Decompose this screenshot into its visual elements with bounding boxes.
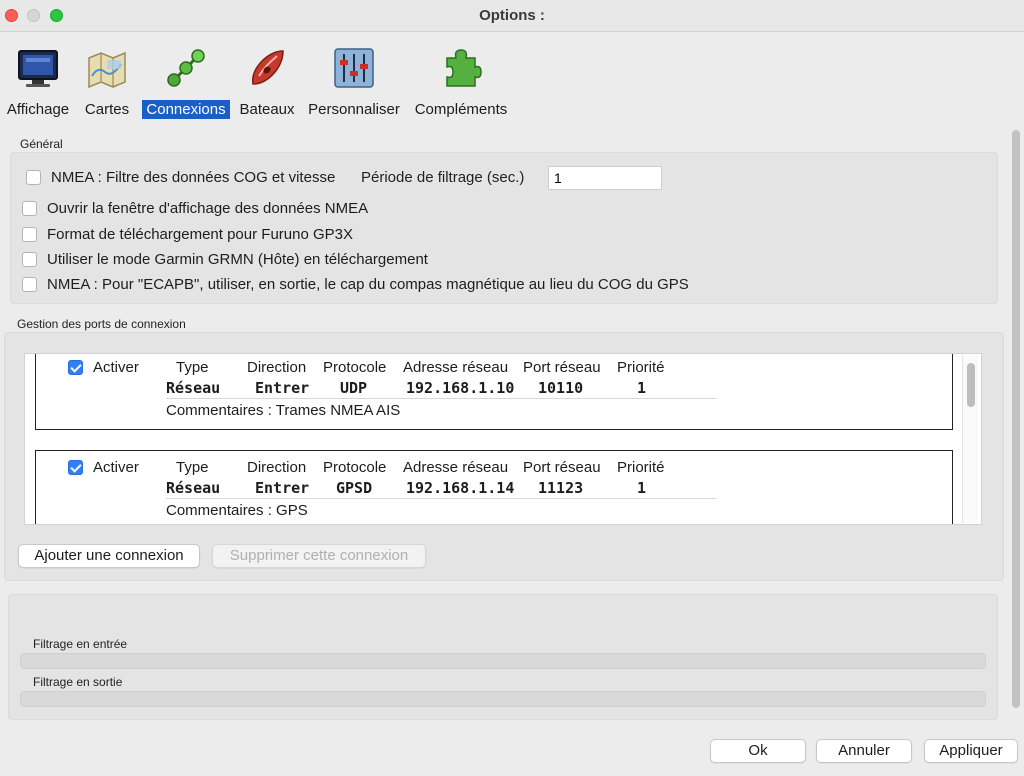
nmea-filter-checkbox[interactable]: [26, 170, 41, 185]
protocol-value: UDP: [340, 379, 368, 397]
ports-section-title: Gestion des ports de connexion: [17, 317, 186, 331]
tab-personnaliser[interactable]: Personnaliser: [304, 32, 404, 124]
connection-enable-option[interactable]: Activer: [68, 459, 139, 476]
address-value: 192.168.1.10: [406, 379, 515, 397]
protocol-value: GPSD: [336, 479, 373, 497]
open-nmea-window-option[interactable]: Ouvrir la fenêtre d'affichage des donnée…: [22, 200, 368, 217]
port-header: Port réseau: [523, 359, 601, 376]
ecapb-label: NMEA : Pour "ECAPB", utiliser, en sortie…: [47, 276, 689, 293]
garmin-label: Utiliser le mode Garmin GRMN (Hôte) en t…: [47, 251, 428, 268]
ecapb-checkbox[interactable]: [22, 277, 37, 292]
nmea-filter-label: NMEA : Filtre des données COG et vitesse: [51, 169, 336, 186]
connection-entry[interactable]: Activer Type Direction Protocole Adresse…: [35, 354, 953, 430]
priority-header: Priorité: [617, 459, 665, 476]
priority-header: Priorité: [617, 359, 665, 376]
address-header: Adresse réseau: [403, 359, 509, 376]
type-header: Type: [176, 359, 209, 376]
priority-value: 1: [637, 479, 647, 497]
connections-scrollbar[interactable]: [962, 355, 978, 523]
apply-button[interactable]: Appliquer: [924, 739, 1018, 763]
enable-label: Activer: [93, 459, 139, 476]
connection-enable-option[interactable]: Activer: [68, 359, 139, 376]
connection-comment: Commentaires : GPS: [166, 502, 308, 519]
direction-header: Direction: [247, 459, 307, 476]
direction-value: Entrer: [255, 379, 310, 397]
tab-connexions[interactable]: Connexions: [142, 32, 230, 124]
ecapb-option[interactable]: NMEA : Pour "ECAPB", utiliser, en sortie…: [22, 276, 689, 293]
garmin-checkbox[interactable]: [22, 252, 37, 267]
period-input[interactable]: [548, 166, 662, 190]
port-value: 10110: [538, 379, 584, 397]
open-nmea-window-checkbox[interactable]: [22, 201, 37, 216]
charts-icon: [88, 51, 126, 89]
window-title: Options :: [479, 7, 545, 24]
boat-icon: [251, 50, 284, 85]
puzzle-icon: [446, 49, 482, 87]
port-value: 11123: [538, 479, 584, 497]
options-toolbar: Affichage Cartes Connexions Bateaux Pers…: [0, 32, 1024, 124]
connections-list: Activer Type Direction Protocole Adresse…: [24, 353, 982, 525]
furuno-checkbox[interactable]: [22, 227, 37, 242]
output-filter-field[interactable]: [20, 691, 986, 707]
type-value: Réseau: [166, 479, 221, 497]
furuno-label: Format de téléchargement pour Furuno GP3…: [47, 226, 353, 243]
connection-enable-checkbox[interactable]: [68, 360, 83, 375]
tab-label: Personnaliser: [308, 101, 400, 118]
open-nmea-window-label: Ouvrir la fenêtre d'affichage des donnée…: [47, 200, 369, 217]
tab-complements[interactable]: Compléments: [410, 32, 512, 124]
output-filter-label: Filtrage en sortie: [33, 675, 123, 689]
main-scrollbar-thumb[interactable]: [1012, 130, 1020, 708]
priority-value: 1: [637, 379, 647, 397]
tab-cartes[interactable]: Cartes: [80, 32, 134, 124]
connection-comment: Commentaires : Trames NMEA AIS: [166, 402, 401, 419]
port-header: Port réseau: [523, 459, 601, 476]
nmea-filter-option[interactable]: NMEA : Filtre des données COG et vitesse: [26, 169, 335, 186]
type-value: Réseau: [166, 379, 221, 397]
cancel-button[interactable]: Annuler: [816, 739, 912, 763]
enable-label: Activer: [93, 359, 139, 376]
tab-label: Connexions: [142, 100, 230, 119]
ok-button[interactable]: Ok: [710, 739, 806, 763]
input-filter-field[interactable]: [20, 653, 986, 669]
title-bar: Options :: [0, 0, 1024, 32]
monitor-icon: [18, 50, 58, 87]
tab-bateaux[interactable]: Bateaux: [236, 32, 298, 124]
protocol-header: Protocole: [323, 459, 387, 476]
tab-label: Bateaux: [239, 101, 295, 118]
input-filter-label: Filtrage en entrée: [33, 637, 128, 651]
period-label: Période de filtrage (sec.): [361, 169, 525, 186]
main-scrollbar[interactable]: [1010, 130, 1022, 708]
address-value: 192.168.1.14: [406, 479, 515, 497]
tab-affichage[interactable]: Affichage: [2, 32, 74, 124]
add-connection-button[interactable]: Ajouter une connexion: [18, 544, 200, 568]
furuno-option[interactable]: Format de téléchargement pour Furuno GP3…: [22, 226, 353, 243]
direction-value: Entrer: [255, 479, 310, 497]
row-divider: [166, 398, 716, 399]
general-section-title: Général: [20, 137, 63, 151]
direction-header: Direction: [247, 359, 307, 376]
address-header: Adresse réseau: [403, 459, 509, 476]
tab-label: Affichage: [6, 101, 70, 118]
type-header: Type: [176, 459, 209, 476]
connection-entry[interactable]: Activer Type Direction Protocole Adresse…: [35, 450, 953, 524]
sliders-icon: [334, 48, 374, 88]
scrollbar-thumb[interactable]: [967, 363, 975, 407]
tab-label: Compléments: [414, 101, 508, 118]
connection-enable-checkbox[interactable]: [68, 460, 83, 475]
protocol-header: Protocole: [323, 359, 387, 376]
remove-connection-button[interactable]: Supprimer cette connexion: [212, 544, 426, 568]
connections-icon: [167, 49, 205, 87]
tab-label: Cartes: [84, 101, 130, 118]
row-divider: [166, 498, 716, 499]
garmin-option[interactable]: Utiliser le mode Garmin GRMN (Hôte) en t…: [22, 251, 428, 268]
